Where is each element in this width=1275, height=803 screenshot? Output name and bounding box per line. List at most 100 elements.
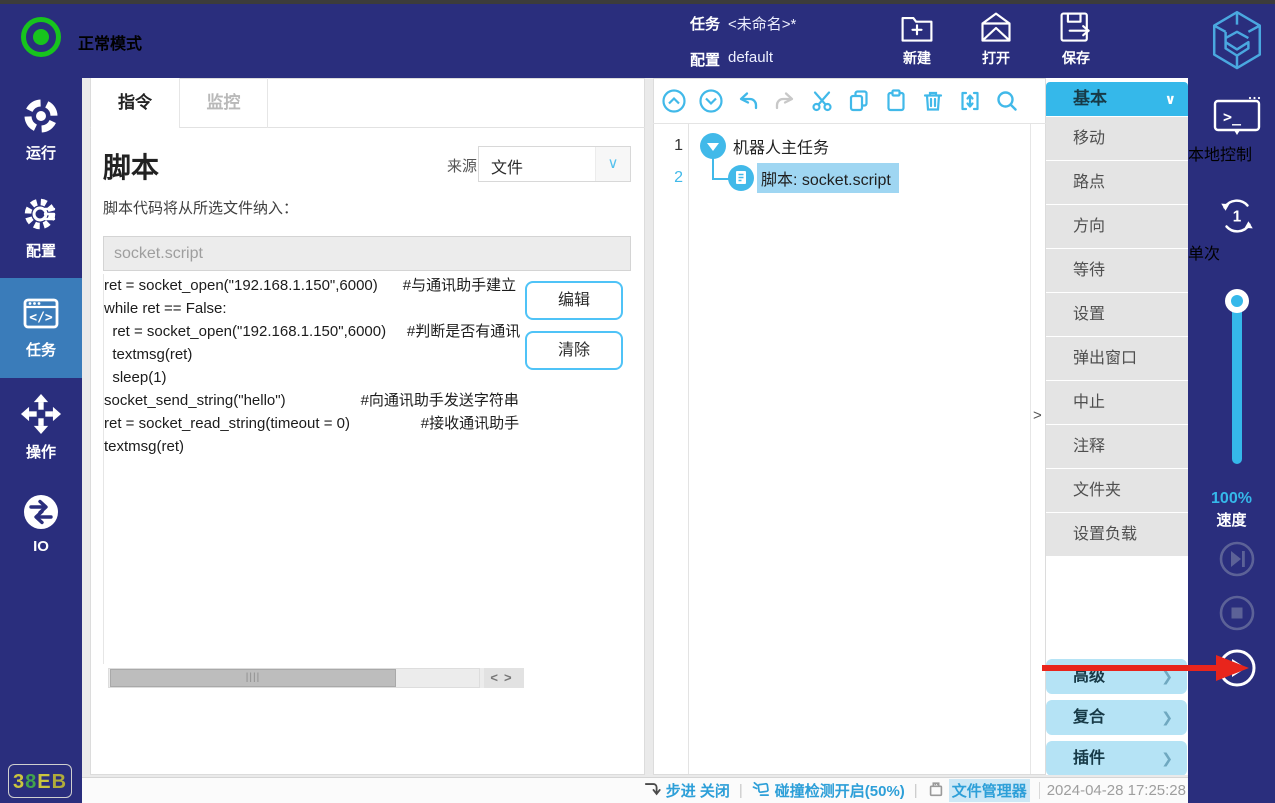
chevron-down-icon: ∨ — [1165, 82, 1176, 116]
badge-char: 8 — [25, 771, 37, 793]
tree-main-task-label: 机器人主任务 — [733, 134, 829, 158]
run-icon — [0, 96, 82, 136]
redo-icon[interactable] — [772, 88, 798, 114]
chevron-right-icon: ❯ — [1161, 659, 1173, 694]
svg-text:1: 1 — [1233, 209, 1242, 226]
copy-icon[interactable] — [846, 88, 872, 114]
step-mode-text: 步进 关闭 — [666, 780, 730, 801]
save-icon — [1041, 10, 1111, 46]
step-mode-status[interactable]: 步进 关闭 — [644, 780, 730, 802]
badge-char: 3 — [13, 771, 25, 793]
collision-status[interactable]: 碰撞检测开启(50%) — [752, 779, 905, 802]
task-code-icon: </> — [0, 293, 82, 333]
line-number-divider — [688, 124, 689, 774]
separator: | — [914, 782, 918, 799]
command-item-comment[interactable]: 注释 — [1046, 425, 1188, 469]
file-manager-button[interactable]: 文件管理器 — [927, 779, 1030, 802]
move-down-icon[interactable] — [698, 88, 724, 114]
command-item-payload[interactable]: 设置负载 — [1046, 513, 1188, 557]
command-group-basic[interactable]: 基本 ∨ — [1046, 82, 1188, 116]
separator: | — [739, 782, 743, 799]
line-number: 2 — [653, 169, 683, 187]
sidebar-item-config[interactable]: 配置 — [0, 194, 82, 261]
tree-row-main-task[interactable]: 1 机器人主任务 — [653, 130, 1023, 162]
code-line: textmsg(ret) — [104, 435, 631, 458]
delete-icon[interactable] — [920, 88, 946, 114]
status-bar: 步进 关闭 | 碰撞检测开启(50%) | 文件管理器 2024-04-28 1… — [82, 777, 1188, 803]
tree-toolbar — [653, 78, 1046, 124]
command-item-abort[interactable]: 中止 — [1046, 381, 1188, 425]
new-task-button[interactable]: 新建 — [882, 10, 952, 72]
sidebar-item-run[interactable]: 运行 — [0, 96, 82, 163]
chevron-down-icon: ∨ — [595, 147, 630, 181]
command-item-direction[interactable]: 方向 — [1046, 205, 1188, 249]
command-item-popup[interactable]: 弹出窗口 — [1046, 337, 1188, 381]
new-task-label: 新建 — [882, 48, 952, 68]
step-forward-button[interactable] — [1218, 540, 1256, 578]
command-group-advanced[interactable]: 高级 ❯ — [1046, 659, 1187, 694]
source-label: 来源 — [447, 155, 477, 176]
speed-slider-track[interactable] — [1232, 292, 1242, 464]
composite-group-label: 复合 — [1073, 709, 1105, 726]
panel-collapse-handle[interactable]: > — [1030, 124, 1045, 774]
tree-expand-icon[interactable] — [700, 133, 726, 159]
status-code-badge[interactable]: 38EB — [8, 764, 72, 798]
sidebar-item-task[interactable]: </> 任务 — [0, 293, 82, 360]
task-value: <未命名>* — [728, 13, 796, 34]
tab-command[interactable]: 指令 — [91, 78, 180, 128]
sidebar-item-operate[interactable]: 操作 — [0, 393, 82, 462]
command-item-set[interactable]: 设置 — [1046, 293, 1188, 337]
task-label: 任务 — [690, 13, 720, 34]
scrollbar-arrow-buttons[interactable]: <> — [484, 668, 524, 688]
insert-icon[interactable] — [957, 88, 983, 114]
brand-logo-icon — [1208, 8, 1266, 70]
command-group-plugin[interactable]: 插件 ❯ — [1046, 741, 1187, 776]
local-control-button[interactable]: >_ — [1213, 96, 1261, 138]
undo-icon[interactable] — [735, 88, 761, 114]
tab-monitor-label: 监控 — [207, 93, 241, 112]
edit-button[interactable]: 编辑 — [525, 281, 623, 320]
speed-slider-thumb[interactable] — [1225, 289, 1249, 313]
script-node-icon — [728, 165, 754, 191]
scroll-left-icon[interactable]: < — [490, 670, 504, 685]
source-select[interactable]: 文件 ∨ — [478, 146, 631, 182]
sidebar-run-label: 运行 — [0, 142, 82, 163]
collision-text: 碰撞检测开启(50%) — [775, 780, 905, 801]
command-item-move[interactable]: 移动 — [1046, 117, 1188, 161]
open-task-button[interactable]: 打开 — [961, 10, 1031, 72]
local-control-label: 本地控制 — [1188, 141, 1252, 165]
tab-monitor[interactable]: 监控 — [180, 78, 268, 128]
command-item-waypoint[interactable]: 路点 — [1046, 161, 1188, 205]
command-item-folder[interactable]: 文件夹 — [1046, 469, 1188, 513]
save-task-label: 保存 — [1041, 48, 1111, 68]
step-forward-icon — [1218, 565, 1256, 582]
file-manager-text: 文件管理器 — [949, 779, 1030, 802]
datetime-text: 2024-04-28 17:25:28 — [1039, 782, 1186, 799]
search-icon[interactable] — [994, 88, 1020, 114]
tree-row-script[interactable]: 2 脚本: socket.script — [653, 162, 1023, 194]
script-description: 脚本代码将从所选文件纳入： — [103, 197, 298, 218]
play-button[interactable] — [1217, 648, 1257, 688]
save-task-button[interactable]: 保存 — [1041, 10, 1111, 72]
paste-icon[interactable] — [883, 88, 909, 114]
single-run-button[interactable]: 1 — [1216, 195, 1258, 237]
open-icon — [961, 10, 1031, 46]
scroll-right-icon[interactable]: > — [504, 670, 518, 685]
clear-button[interactable]: 清除 — [525, 331, 623, 370]
script-file-input[interactable]: socket.script — [103, 236, 631, 271]
step-mode-icon — [644, 780, 662, 802]
sidebar-item-io[interactable]: IO — [0, 492, 82, 555]
command-group-composite[interactable]: 复合 ❯ — [1046, 700, 1187, 735]
svg-text:>_: >_ — [1223, 108, 1242, 126]
io-icon — [0, 492, 82, 532]
horizontal-scrollbar-thumb[interactable]: |||| — [110, 669, 396, 687]
cut-icon[interactable] — [809, 88, 835, 114]
chevron-right-icon: ❯ — [1161, 741, 1173, 776]
page-title: 脚本 — [103, 146, 159, 186]
sidebar-task-label: 任务 — [0, 339, 82, 360]
stop-button[interactable] — [1218, 594, 1256, 632]
move-up-icon[interactable] — [661, 88, 687, 114]
single-cycle-icon: 1 — [1216, 224, 1258, 241]
command-item-wait[interactable]: 等待 — [1046, 249, 1188, 293]
mode-indicator-dot — [33, 29, 49, 45]
